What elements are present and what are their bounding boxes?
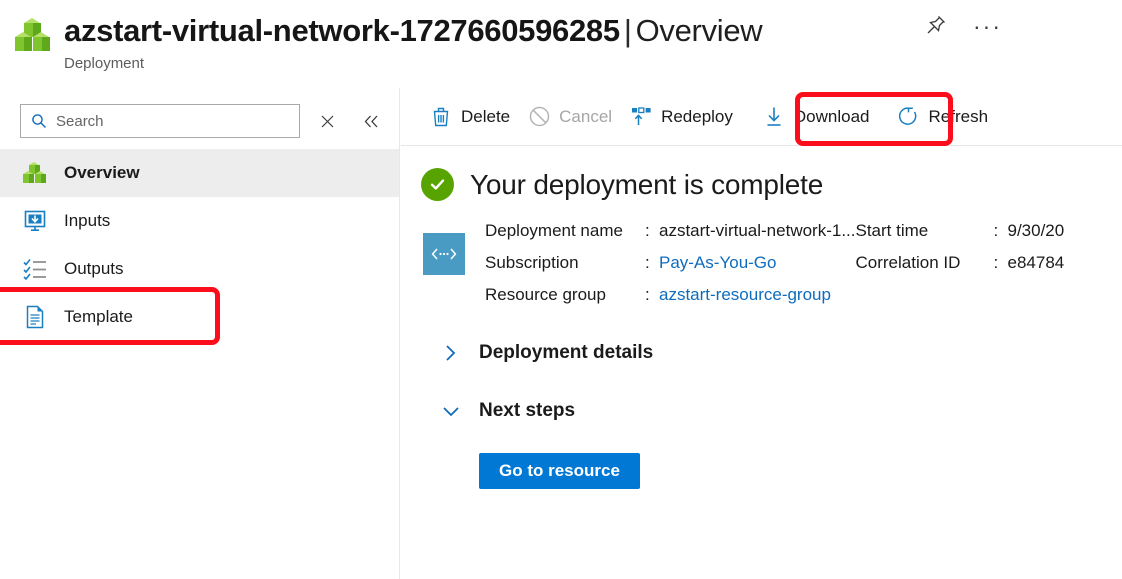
page-subtitle: Deployment (64, 55, 145, 72)
search-input[interactable] (56, 112, 276, 130)
colon: : (645, 221, 650, 240)
resource-name: azstart-virtual-network-1727660596285 (64, 13, 620, 48)
trash-icon (430, 106, 452, 128)
refresh-label: Refresh (928, 106, 989, 126)
ban-icon (528, 106, 550, 128)
resource-group-label: Resource group (485, 285, 606, 304)
sidebar-item-label: Template (64, 307, 133, 326)
sidebar-search-row (0, 88, 399, 142)
page-header: azstart-virtual-network-1727660596285 | Ov… (0, 0, 1122, 88)
subscription-label: Subscription (485, 253, 579, 272)
sidebar-nav-list: Overview Inputs Outputs Template (0, 149, 399, 341)
start-time-label: Start time (855, 221, 929, 240)
colon: : (993, 253, 999, 272)
outputs-checklist-icon (22, 256, 48, 282)
redeploy-button[interactable]: Redeploy (621, 98, 742, 136)
collapse-menu-icon[interactable] (356, 106, 386, 136)
colon: : (645, 285, 650, 304)
deployment-cubes-icon (14, 18, 52, 60)
start-time-value: 9/30/20 (1007, 221, 1065, 240)
search-icon (32, 114, 46, 128)
pin-icon[interactable] (925, 14, 947, 38)
deployment-code-icon (423, 233, 465, 275)
cubes-icon (22, 160, 48, 186)
sidebar-item-template[interactable]: Template (0, 293, 399, 341)
correlation-id-label: Correlation ID (855, 253, 961, 272)
page-title: azstart-virtual-network-1727660596285 | Ov… (64, 10, 763, 52)
sidebar-item-overview[interactable]: Overview (0, 149, 399, 197)
title-separator: | (623, 13, 632, 48)
next-steps-section[interactable]: Next steps (401, 399, 1122, 423)
deployment-info-block: Deployment name : azstart-virtual-networ… (401, 201, 1122, 307)
delete-label: Delete (461, 106, 511, 126)
redeploy-icon (630, 106, 652, 128)
deployment-name-label: Deployment name (485, 221, 623, 240)
sidebar-item-outputs[interactable]: Outputs (0, 245, 399, 293)
subscription-value-link[interactable]: Pay-As-You-Go (659, 251, 856, 275)
colon: : (645, 253, 650, 272)
download-button[interactable]: Download (754, 98, 879, 136)
redeploy-label: Redeploy (661, 106, 733, 126)
command-toolbar: Delete Cancel Redeploy Download Refresh (401, 88, 1122, 146)
refresh-icon (898, 106, 920, 128)
search-box[interactable] (20, 104, 300, 138)
chevron-right-icon (439, 341, 463, 365)
header-actions: ··· (925, 14, 1002, 38)
cancel-label: Cancel (559, 106, 613, 126)
chevron-down-icon (439, 399, 463, 423)
more-options-icon[interactable]: ··· (973, 15, 1002, 38)
close-search-icon[interactable] (312, 106, 342, 136)
sidebar-item-label: Inputs (64, 211, 111, 230)
refresh-button[interactable]: Refresh (889, 98, 998, 136)
sidebar-item-label: Outputs (64, 259, 124, 278)
azure-portal-deployment-overview: azstart-virtual-network-1727660596285 | Ov… (0, 0, 1122, 579)
delete-button[interactable]: Delete (421, 98, 519, 136)
download-arrow-icon (763, 106, 785, 128)
document-icon (22, 304, 48, 330)
status-title: Your deployment is complete (470, 168, 824, 200)
colon: : (993, 221, 999, 240)
green-check-icon (421, 168, 454, 201)
sidebar-item-inputs[interactable]: Inputs (0, 197, 399, 245)
go-to-resource-button[interactable]: Go to resource (479, 453, 640, 489)
deployment-status-row: Your deployment is complete (401, 146, 1122, 201)
main-content: Delete Cancel Redeploy Download Refresh … (401, 88, 1122, 579)
sidebar: Overview Inputs (0, 88, 400, 579)
section-label: Next steps (479, 400, 576, 421)
section-label: Deployment details (479, 342, 654, 363)
cancel-button[interactable]: Cancel (519, 98, 621, 136)
resource-group-value-link[interactable]: azstart-resource-group (659, 283, 856, 307)
deployment-details-section[interactable]: Deployment details (401, 341, 1122, 365)
sidebar-item-label: Overview (64, 163, 140, 182)
header-text-group: azstart-virtual-network-1727660596285 | Ov… (64, 10, 763, 74)
download-label: Download (793, 106, 870, 126)
deployment-name-value: azstart-virtual-network-1... (659, 221, 856, 240)
deployment-details-grid: Deployment name : azstart-virtual-networ… (485, 219, 1064, 307)
inputs-download-icon (22, 208, 48, 234)
correlation-id-value: e84784 (1007, 253, 1065, 272)
page-name: Overview (635, 13, 763, 48)
